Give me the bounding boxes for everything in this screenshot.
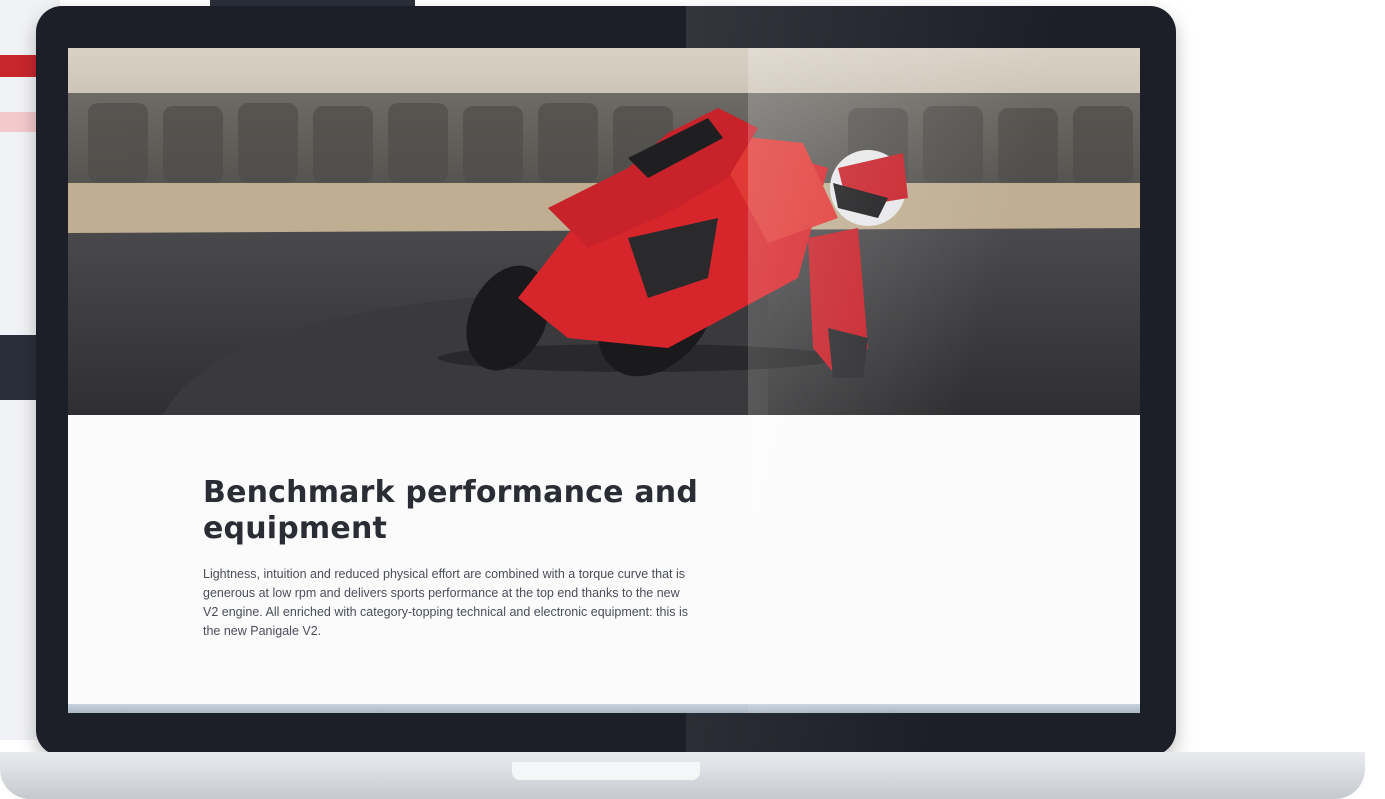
section-body: Lightness, intuition and reduced physica…: [203, 567, 689, 638]
section-heading: Benchmark performance and equipment: [203, 475, 698, 546]
hero-image: [68, 48, 1140, 415]
laptop-screen: Benchmark performance and equipment Ligh…: [68, 48, 1140, 713]
content-section: Benchmark performance and equipment Ligh…: [68, 415, 1140, 713]
screen-bottom-bar: [68, 704, 1140, 713]
laptop-notch: [512, 762, 700, 780]
